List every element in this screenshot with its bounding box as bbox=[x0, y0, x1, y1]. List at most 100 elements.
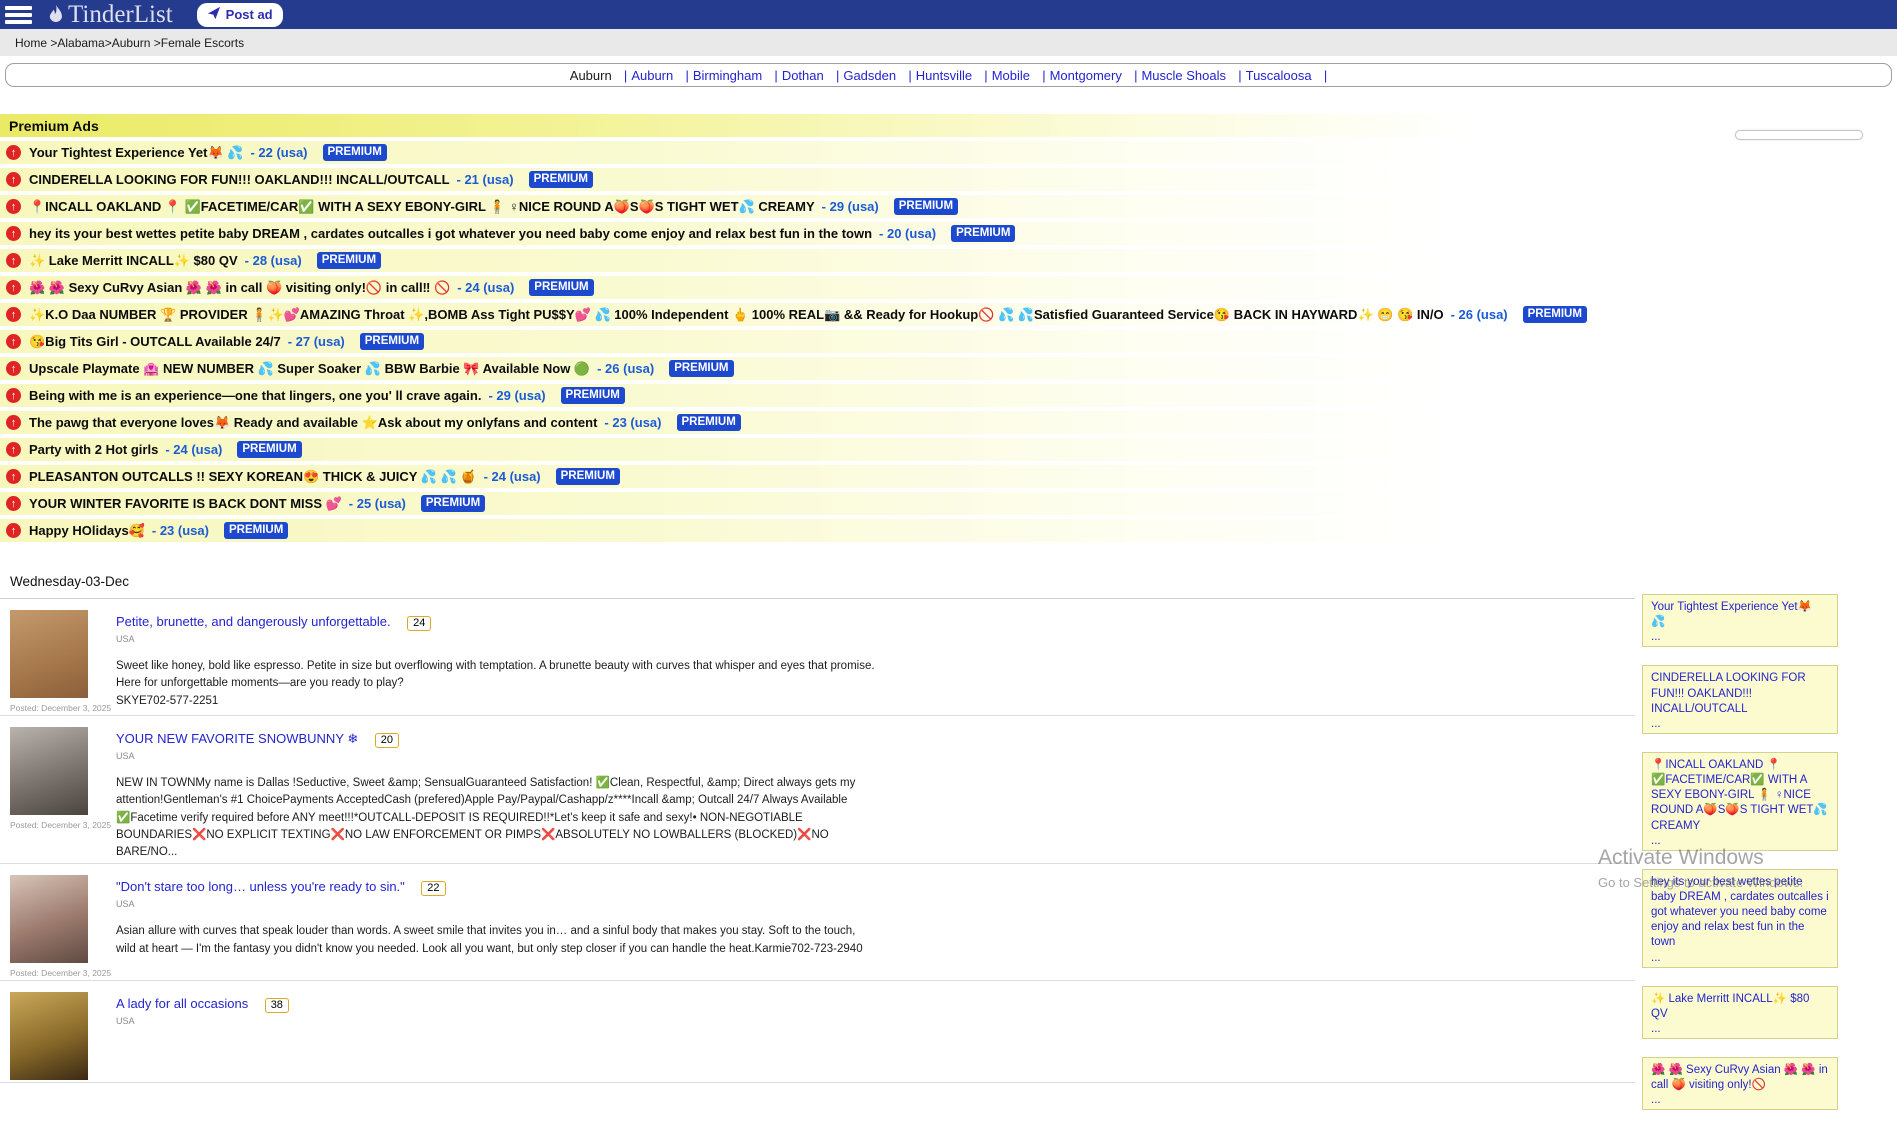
premium-ad-link[interactable]: 🌺 🌺 Sexy CuRvy Asian 🌺 🌺 in call 🍑 visit… bbox=[29, 280, 450, 296]
premium-badge: PREMIUM bbox=[529, 171, 593, 188]
city-link[interactable]: Mobile bbox=[992, 68, 1046, 83]
sidebar-ad-box[interactable]: ✨ Lake Merritt INCALL✨ $80 QV ... bbox=[1642, 986, 1838, 1039]
sidebar-ad-link[interactable]: Your Tightest Experience Yet🦊 💦 bbox=[1651, 600, 1829, 630]
listing-thumbnail[interactable] bbox=[10, 875, 88, 963]
city-link[interactable]: Tuscaloosa bbox=[1246, 68, 1328, 83]
premium-badge: PREMIUM bbox=[529, 279, 593, 296]
premium-ad-link[interactable]: The pawg that everyone loves🦊 Ready and … bbox=[29, 415, 597, 431]
city-links-bar: AuburnAuburn Birmingham DothanGadsden Hunts… bbox=[5, 63, 1892, 87]
premium-ad-age-meta: - 23 (usa) bbox=[152, 523, 209, 538]
listing-title-row: YOUR NEW FAVORITE SNOWBUNNY ❄ 20 bbox=[116, 730, 878, 748]
premium-ad-age-meta: - 21 (usa) bbox=[457, 172, 514, 187]
sidebar-ellipsis: ... bbox=[1651, 718, 1829, 730]
premium-ad-link[interactable]: Being with me is an experience—one that … bbox=[29, 388, 481, 403]
listing-card-body: Petite, brunette, and dangerously unforg… bbox=[116, 610, 878, 713]
premium-ad-link[interactable]: ✨K.O Daa NUMBER 🏆 PROVIDER 🧍✨💕AMAZING Th… bbox=[29, 307, 1444, 323]
listing-description: Asian allure with curves that speak loud… bbox=[116, 923, 878, 958]
premium-ad-link[interactable]: Party with 2 Hot girls bbox=[29, 442, 158, 457]
premium-ad-link[interactable]: 📍INCALL OAKLAND 📍 ✅FACETIME/CAR✅ WITH A … bbox=[29, 199, 815, 215]
premium-badge: PREMIUM bbox=[561, 387, 625, 404]
premium-ad-link[interactable]: 😘Big Tits Girl - OUTCALL Available 24/7 bbox=[29, 334, 281, 350]
premium-ad-row: ↑ ✨K.O Daa NUMBER 🏆 PROVIDER 🧍✨💕AMAZING … bbox=[0, 303, 1640, 326]
bump-up-icon: ↑ bbox=[6, 334, 21, 349]
premium-ad-age-meta: - 22 (usa) bbox=[250, 145, 307, 160]
breadcrumb[interactable]: Home >Alabama>Auburn >Female Escorts bbox=[15, 36, 244, 50]
paper-plane-icon bbox=[207, 6, 221, 23]
sidebar-ad-box[interactable]: 🌺 🌺 Sexy CuRvy Asian 🌺 🌺 in call 🍑 visit… bbox=[1642, 1057, 1838, 1110]
age-badge: 24 bbox=[407, 616, 431, 631]
listing-card: Posted: December 3, 2025 "Don't stare to… bbox=[0, 864, 1635, 981]
sidebar-ad-link[interactable]: 📍INCALL OAKLAND 📍 ✅FACETIME/CAR✅ WITH A … bbox=[1651, 758, 1829, 834]
premium-ad-link[interactable]: ✨ Lake Merritt INCALL✨ $80 QV bbox=[29, 253, 238, 269]
listing-title-link[interactable]: "Don't stare too long… unless you're rea… bbox=[116, 879, 405, 894]
premium-ad-link[interactable]: PLEASANTON OUTCALLS !! SEXY KOREAN😍 THIC… bbox=[29, 469, 477, 485]
sidebar-ad-box[interactable]: CINDERELLA LOOKING FOR FUN!!! OAKLAND!!!… bbox=[1642, 665, 1838, 734]
sidebar-ad-link[interactable]: 🌺 🌺 Sexy CuRvy Asian 🌺 🌺 in call 🍑 visit… bbox=[1651, 1063, 1829, 1093]
sidebar-ad-link[interactable]: CINDERELLA LOOKING FOR FUN!!! OAKLAND!!!… bbox=[1651, 671, 1829, 717]
premium-ads-section: Premium Ads ↑ Your Tightest Experience Y… bbox=[0, 114, 1640, 542]
listing-title-row: "Don't stare too long… unless you're rea… bbox=[116, 878, 878, 896]
sidebar-ad-box[interactable]: 📍INCALL OAKLAND 📍 ✅FACETIME/CAR✅ WITH A … bbox=[1642, 752, 1838, 851]
premium-ad-link[interactable]: Upscale Playmate 🏩 NEW NUMBER 💦 Super So… bbox=[29, 361, 590, 377]
premium-ad-age-meta: - 20 (usa) bbox=[879, 226, 936, 241]
city-link[interactable]: Muscle Shoals bbox=[1141, 68, 1241, 83]
sidebar-ad-link[interactable]: ✨ Lake Merritt INCALL✨ $80 QV bbox=[1651, 992, 1829, 1022]
hamburger-menu-icon[interactable] bbox=[5, 6, 32, 24]
premium-badge: PREMIUM bbox=[1523, 306, 1587, 323]
premium-ad-link[interactable]: YOUR WINTER FAVORITE IS BACK DONT MISS 💕 bbox=[29, 496, 342, 512]
sidebar-ellipsis: ... bbox=[1651, 835, 1829, 847]
premium-badge: PREMIUM bbox=[951, 225, 1015, 242]
premium-ad-link[interactable]: hey its your best wettes petite baby DRE… bbox=[29, 226, 872, 241]
city-link[interactable]: Montgomery bbox=[1050, 68, 1138, 83]
premium-sidebar: Your Tightest Experience Yet🦊 💦 ... CIND… bbox=[1642, 594, 1838, 1128]
listing-list: Posted: December 3, 2025 Petite, brunett… bbox=[0, 599, 1635, 1083]
bump-up-icon: ↑ bbox=[6, 442, 21, 457]
listing-card-body: A lady for all occasions 38 USA bbox=[116, 992, 289, 1080]
post-ad-button[interactable]: Post ad bbox=[197, 3, 283, 27]
sidebar-ad-link[interactable]: hey its your best wettes petite baby DRE… bbox=[1651, 875, 1829, 951]
premium-ad-link[interactable]: Your Tightest Experience Yet🦊 💦 bbox=[29, 145, 243, 161]
city-link[interactable]: Huntsville bbox=[916, 68, 988, 83]
premium-badge: PREMIUM bbox=[360, 333, 424, 350]
premium-ad-link[interactable]: Happy HOlidays🥰 bbox=[29, 523, 145, 539]
posted-date: Posted: December 3, 2025 bbox=[10, 820, 102, 830]
sidebar-ad-box[interactable]: Your Tightest Experience Yet🦊 💦 ... bbox=[1642, 594, 1838, 647]
age-badge: 38 bbox=[265, 998, 289, 1013]
premium-ad-age-meta: - 28 (usa) bbox=[245, 253, 302, 268]
site-logo[interactable]: TinderList bbox=[46, 2, 173, 27]
listing-card: Posted: December 3, 2025 YOUR NEW FAVORI… bbox=[0, 716, 1635, 864]
premium-badge: PREMIUM bbox=[323, 144, 387, 161]
bump-up-icon: ↑ bbox=[6, 199, 21, 214]
premium-badge: PREMIUM bbox=[421, 495, 485, 512]
age-badge: 22 bbox=[421, 881, 445, 896]
listing-title-link[interactable]: Petite, brunette, and dangerously unforg… bbox=[116, 614, 391, 629]
listing-card-left: Posted: December 3, 2025 bbox=[10, 875, 102, 978]
premium-ad-link[interactable]: CINDERELLA LOOKING FOR FUN!!! OAKLAND!!!… bbox=[29, 172, 450, 187]
listing-card: Posted: December 3, 2025 Petite, brunett… bbox=[0, 599, 1635, 716]
listing-title-link[interactable]: A lady for all occasions bbox=[116, 996, 248, 1011]
city-link[interactable]: Birmingham bbox=[693, 68, 778, 83]
date-header: Wednesday-03-Dec bbox=[0, 572, 1635, 599]
premium-ads-list: ↑ Your Tightest Experience Yet🦊 💦 - 22 (… bbox=[0, 141, 1640, 542]
premium-ads-heading: Premium Ads bbox=[0, 114, 1640, 137]
listing-description: Sweet like honey, bold like espresso. Pe… bbox=[116, 658, 878, 693]
age-badge: 20 bbox=[375, 733, 399, 748]
city-link[interactable]: Auburn bbox=[570, 68, 628, 83]
listing-card-left: Posted: December 3, 2025 bbox=[10, 610, 102, 713]
bump-up-icon: ↑ bbox=[6, 172, 21, 187]
premium-badge: PREMIUM bbox=[224, 522, 288, 539]
city-link[interactable]: Dothan bbox=[782, 68, 840, 83]
breadcrumb-bar: Home >Alabama>Auburn >Female Escorts bbox=[0, 29, 1897, 56]
listing-title-link[interactable]: YOUR NEW FAVORITE SNOWBUNNY ❄ bbox=[116, 731, 358, 746]
premium-ad-age-meta: - 25 (usa) bbox=[349, 496, 406, 511]
city-link[interactable]: Gadsden bbox=[843, 68, 911, 83]
listing-thumbnail[interactable] bbox=[10, 992, 88, 1080]
bump-up-icon: ↑ bbox=[6, 523, 21, 538]
listing-thumbnail[interactable] bbox=[10, 610, 88, 698]
listing-phone: SKYE702-577-2251 bbox=[116, 693, 878, 710]
city-link[interactable]: Auburn bbox=[631, 68, 689, 83]
sidebar-ad-box[interactable]: hey its your best wettes petite baby DRE… bbox=[1642, 869, 1838, 968]
bump-up-icon: ↑ bbox=[6, 415, 21, 430]
premium-badge: PREMIUM bbox=[556, 468, 620, 485]
listing-thumbnail[interactable] bbox=[10, 727, 88, 815]
